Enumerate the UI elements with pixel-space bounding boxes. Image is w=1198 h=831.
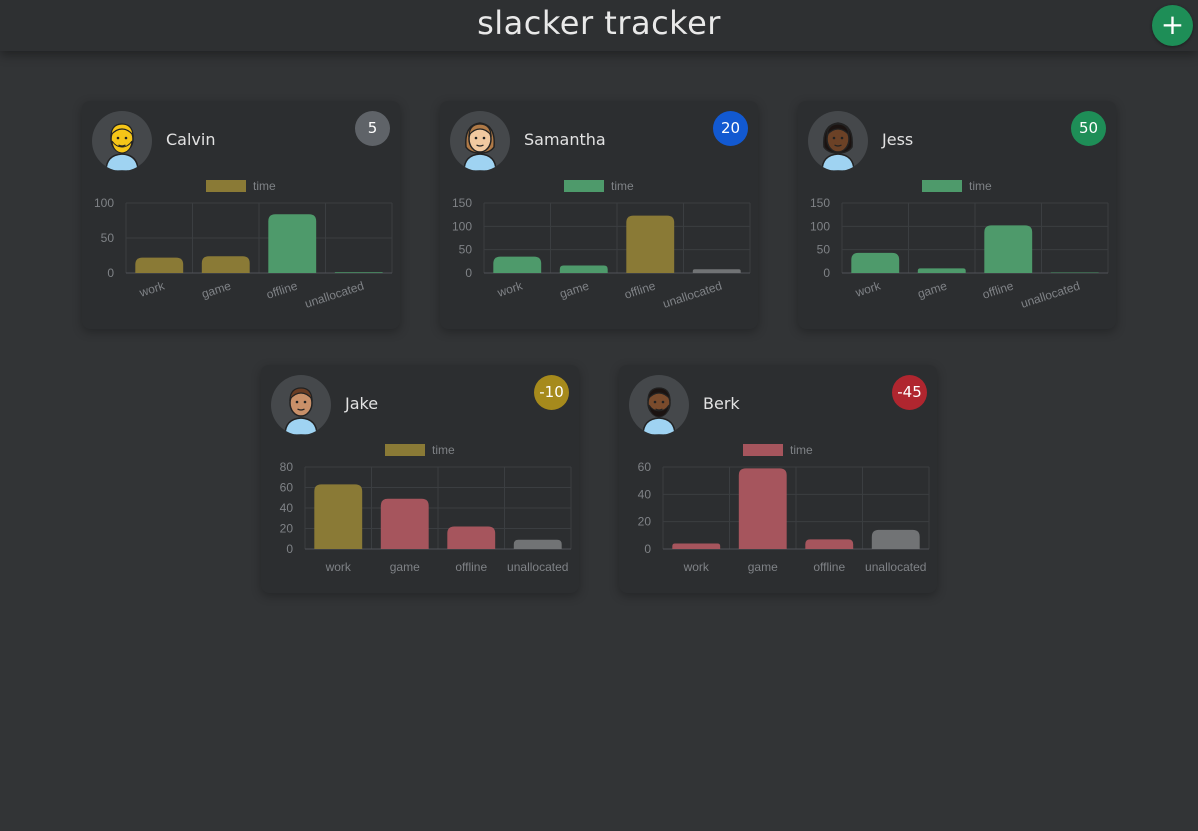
bar-work: [135, 257, 184, 273]
legend-label: time: [253, 179, 276, 193]
person-name: Jake: [345, 394, 379, 413]
legend-swatch: [922, 180, 962, 192]
bar-unallocated: [692, 269, 741, 273]
x-tick-label: offline: [265, 278, 300, 301]
x-tick-label: work: [325, 560, 352, 574]
y-tick-label: 50: [817, 243, 831, 257]
x-tick-label: work: [683, 560, 710, 574]
time-bar-chart: time 0 50 100 work game offline unallocated: [94, 179, 393, 311]
y-tick-label: 150: [452, 196, 472, 210]
bar-game: [201, 256, 250, 273]
x-tick-label: offline: [981, 278, 1016, 301]
top-bar: slacker tracker +: [0, 0, 1198, 51]
y-tick-label: 20: [280, 522, 294, 536]
score-badge: 50: [1071, 111, 1106, 146]
woman-dark-icon: [808, 111, 868, 171]
bar-offline: [268, 214, 317, 273]
time-bar-chart: time 0 20 40 60 work game offline unallocated: [638, 443, 930, 574]
person-card-samantha[interactable]: Samantha 20 time 0 50 100 150 work game offline un…: [440, 101, 758, 329]
time-bar-chart: time 0 20 40 60 80 work game offline unallocated: [280, 443, 572, 574]
y-tick-label: 50: [101, 231, 115, 245]
x-tick-label: unallocated: [865, 560, 926, 574]
bar-offline: [984, 225, 1033, 273]
bar-game: [917, 268, 966, 273]
x-tick-label: game: [916, 278, 949, 301]
score-badge: -10: [534, 375, 569, 410]
y-tick-label: 0: [107, 266, 114, 280]
y-tick-label: 0: [286, 542, 293, 556]
y-tick-label: 0: [465, 266, 472, 280]
y-tick-label: 0: [823, 266, 830, 280]
person-card-jake[interactable]: Jake -10 time 0 20 40 60 80 work game offline unall…: [261, 365, 579, 593]
x-tick-label: work: [853, 278, 883, 300]
x-tick-label: game: [748, 560, 778, 574]
y-tick-label: 60: [638, 460, 652, 474]
y-tick-label: 100: [452, 219, 472, 233]
person-name: Berk: [703, 394, 740, 413]
bar-work: [314, 484, 363, 549]
person-card-jess[interactable]: Jess 50 time 0 50 100 150 work game offline unallo…: [798, 101, 1116, 329]
bar-game: [559, 265, 608, 273]
bar-work: [851, 252, 900, 273]
y-tick-label: 20: [638, 515, 652, 529]
time-bar-chart: time 0 50 100 150 work game offline unallocated: [452, 179, 751, 311]
time-bar-chart: time 0 50 100 150 work game offline unallocated: [810, 179, 1109, 311]
x-tick-label: unallocated: [507, 560, 568, 574]
add-person-button[interactable]: +: [1152, 5, 1193, 46]
x-tick-label: unallocated: [661, 279, 724, 311]
woman-light-icon: [450, 111, 510, 171]
legend-swatch: [206, 180, 246, 192]
y-tick-label: 40: [280, 501, 294, 515]
score-badge: -45: [892, 375, 927, 410]
bar-work: [493, 256, 542, 273]
y-tick-label: 100: [810, 219, 830, 233]
x-tick-label: unallocated: [1019, 279, 1082, 311]
man-medium-icon: [271, 375, 331, 435]
bar-unallocated: [334, 272, 383, 273]
score-badge: 5: [355, 111, 390, 146]
legend-label: time: [611, 179, 634, 193]
x-tick-label: game: [390, 560, 420, 574]
x-tick-label: work: [137, 278, 167, 300]
bar-game: [380, 498, 429, 549]
bar-unallocated: [871, 529, 920, 549]
bar-game: [738, 468, 787, 549]
person-name: Jess: [882, 130, 914, 149]
legend-swatch: [564, 180, 604, 192]
bar-unallocated: [513, 539, 562, 549]
y-tick-label: 0: [644, 542, 651, 556]
person-name: Calvin: [166, 130, 216, 149]
yellow-person-icon: [92, 111, 152, 171]
x-tick-label: game: [558, 278, 591, 301]
person-card-berk[interactable]: Berk -45 time 0 20 40 60 work game offline unalloc…: [619, 365, 937, 593]
y-tick-label: 60: [280, 481, 294, 495]
person-card-calvin[interactable]: Calvin 5 time 0 50 100 work game offline unalloca…: [82, 101, 400, 329]
y-tick-label: 80: [280, 460, 294, 474]
y-tick-label: 50: [459, 243, 473, 257]
man-dark-icon: [629, 375, 689, 435]
bar-offline: [626, 215, 675, 273]
y-tick-label: 100: [94, 196, 114, 210]
legend-label: time: [790, 443, 813, 457]
legend-label: time: [969, 179, 992, 193]
legend-swatch: [743, 444, 783, 456]
x-tick-label: work: [495, 278, 525, 300]
x-tick-label: offline: [455, 560, 487, 574]
score-badge: 20: [713, 111, 748, 146]
legend-swatch: [385, 444, 425, 456]
y-tick-label: 150: [810, 196, 830, 210]
bar-offline: [805, 539, 854, 549]
x-tick-label: offline: [623, 278, 658, 301]
x-tick-label: offline: [813, 560, 845, 574]
bar-offline: [447, 526, 496, 549]
bar-work: [672, 543, 721, 549]
app-title: slacker tracker: [477, 4, 721, 42]
legend-label: time: [432, 443, 455, 457]
x-tick-label: unallocated: [303, 279, 366, 311]
person-name: Samantha: [524, 130, 606, 149]
x-tick-label: game: [200, 278, 233, 301]
y-tick-label: 40: [638, 487, 652, 501]
